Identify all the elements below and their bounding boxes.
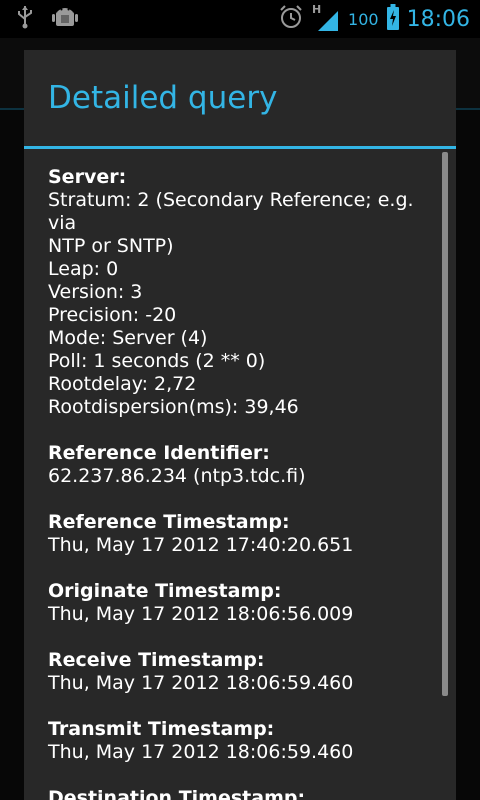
battery-charging-icon — [386, 4, 399, 34]
server-line: Poll: 1 seconds (2 ** 0) — [48, 350, 266, 372]
originate-timestamp-section: Originate Timestamp: Thu, May 17 2012 18… — [48, 580, 438, 626]
reference-timestamp-section: Reference Timestamp: Thu, May 17 2012 17… — [48, 511, 438, 557]
dialog-title: Detailed query — [24, 50, 456, 149]
scrollbar[interactable] — [442, 152, 448, 696]
server-line: Version: 3 — [48, 281, 143, 303]
server-line: Leap: 0 — [48, 258, 119, 280]
server-line: Precision: -20 — [48, 304, 177, 326]
server-section: Server: Stratum: 2 (Secondary Reference;… — [48, 166, 438, 419]
reference-identifier-value: 62.237.86.234 (ntp3.tdc.fi) — [48, 465, 306, 487]
server-line: Stratum: 2 (Secondary Reference; e.g. vi… — [48, 189, 414, 234]
reference-identifier-section: Reference Identifier: 62.237.86.234 (ntp… — [48, 442, 438, 488]
transmit-timestamp-section: Transmit Timestamp: Thu, May 17 2012 18:… — [48, 718, 438, 764]
android-debug-icon — [52, 4, 78, 34]
originate-timestamp-heading: Originate Timestamp: — [48, 580, 282, 602]
receive-timestamp-value: Thu, May 17 2012 18:06:59.460 — [48, 672, 354, 694]
server-line: Mode: Server (4) — [48, 327, 208, 349]
receive-timestamp-heading: Receive Timestamp: — [48, 649, 265, 671]
usb-icon — [16, 5, 34, 33]
alarm-icon — [278, 4, 304, 34]
dialog-content[interactable]: Server: Stratum: 2 (Secondary Reference;… — [48, 166, 438, 800]
battery-percent: 100 — [348, 9, 379, 29]
server-line: NTP or SNTP) — [48, 235, 174, 257]
status-bar: H 100 18:06 — [0, 0, 480, 38]
transmit-timestamp-value: Thu, May 17 2012 18:06:59.460 — [48, 741, 354, 763]
originate-timestamp-value: Thu, May 17 2012 18:06:56.009 — [48, 603, 354, 625]
server-line: Rootdelay: 2,72 — [48, 373, 197, 395]
reference-timestamp-heading: Reference Timestamp: — [48, 511, 290, 533]
signal-icon: H — [312, 3, 340, 33]
server-line: Rootdispersion(ms): 39,46 — [48, 396, 299, 418]
detailed-query-dialog: Detailed query Server: Stratum: 2 (Secon… — [24, 50, 456, 800]
status-time: 18:06 — [406, 6, 470, 32]
server-heading: Server: — [48, 166, 127, 188]
reference-identifier-heading: Reference Identifier: — [48, 442, 270, 464]
destination-timestamp-heading: Destination Timestamp: — [48, 787, 306, 800]
receive-timestamp-section: Receive Timestamp: Thu, May 17 2012 18:0… — [48, 649, 438, 695]
transmit-timestamp-heading: Transmit Timestamp: — [48, 718, 275, 740]
reference-timestamp-value: Thu, May 17 2012 17:40:20.651 — [48, 534, 354, 556]
destination-timestamp-section: Destination Timestamp: — [48, 787, 438, 800]
